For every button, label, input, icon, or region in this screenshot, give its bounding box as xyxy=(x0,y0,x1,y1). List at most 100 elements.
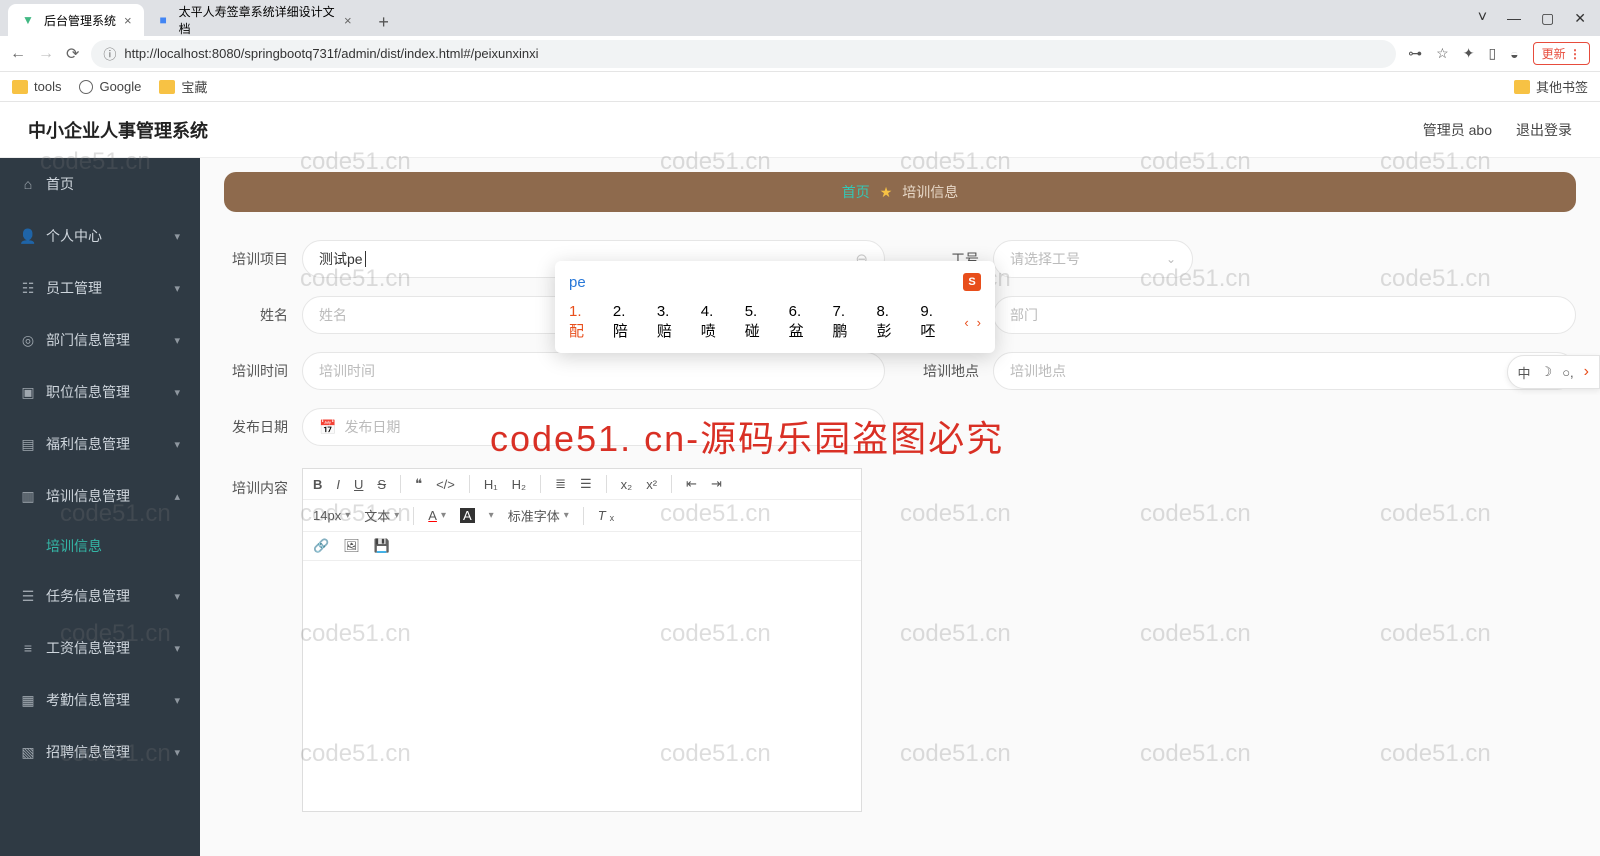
ime-candidate[interactable]: 8.彭 xyxy=(876,303,902,341)
chevron-right-icon[interactable]: › xyxy=(1584,363,1589,381)
indent-icon[interactable]: ⇤ xyxy=(686,476,697,492)
bookmark-tools[interactable]: tools xyxy=(12,79,61,94)
forward-button[interactable]: → xyxy=(38,45,54,63)
reader-icon[interactable]: ▯ xyxy=(1488,45,1496,62)
save-icon[interactable]: 💾 xyxy=(374,538,390,554)
sidebar-item-dept[interactable]: ◎部门信息管理▾ xyxy=(0,314,200,366)
update-pill[interactable]: 更新 ⋮ xyxy=(1533,42,1590,65)
sidebar-item-staff[interactable]: ☷员工管理▾ xyxy=(0,262,200,314)
sidebar-subitem-training-info[interactable]: 培训信息 xyxy=(0,522,200,570)
folder-icon xyxy=(12,80,28,94)
font-family-select[interactable]: 文本 ▾ xyxy=(364,506,399,525)
close-icon[interactable]: × xyxy=(124,13,132,28)
chevron-down-icon: ▾ xyxy=(174,746,180,759)
ime-candidate[interactable]: 3.赔 xyxy=(657,303,683,341)
sub-icon[interactable]: x₂ xyxy=(621,477,633,492)
bookmark-treasure[interactable]: 宝藏 xyxy=(159,77,207,96)
book-icon: ▥ xyxy=(20,488,36,504)
highlight-icon[interactable]: A xyxy=(460,508,475,523)
bookmark-google[interactable]: Google xyxy=(79,79,141,94)
users-icon: ☷ xyxy=(20,280,36,296)
doc-icon: ■ xyxy=(156,12,171,28)
name-label: 姓名 xyxy=(224,305,288,325)
quote-icon[interactable]: ❝ xyxy=(415,476,422,492)
chevron-down-icon: ▾ xyxy=(174,334,180,347)
logout-button[interactable]: 退出登录 xyxy=(1516,120,1572,140)
sidebar-item-training[interactable]: ▥培训信息管理▴ xyxy=(0,470,200,522)
font-std-select[interactable]: 标准字体 ▾ xyxy=(508,506,569,525)
sidebar-item-attendance[interactable]: ▦考勤信息管理▾ xyxy=(0,674,200,726)
ime-next[interactable]: › xyxy=(977,315,981,330)
browser-tab[interactable]: ■ 太平人寿签章系统详细设计文档 × xyxy=(144,4,364,36)
ime-candidate[interactable]: 2.陪 xyxy=(613,303,639,341)
minimize-icon[interactable]: — xyxy=(1507,10,1521,26)
browser-tab-active[interactable]: ▼ 后台管理系统 × xyxy=(8,4,144,36)
dept-input[interactable]: 部门 xyxy=(993,296,1576,334)
field-place: 培训地点 培训地点 xyxy=(915,352,1576,390)
h2-icon[interactable]: H₂ xyxy=(512,477,526,492)
badge-icon: ▣ xyxy=(20,384,36,400)
editor-toolbar: B I U S ❝ </> H₁ H₂ ≣ ☰ x₂ x² xyxy=(303,469,861,500)
editor-toolbar-3: 🔗 🖼 💾 xyxy=(303,532,861,561)
ime-candidate[interactable]: 6.盆 xyxy=(789,303,815,341)
link-icon[interactable]: 🔗 xyxy=(313,538,329,554)
italic-icon[interactable]: I xyxy=(336,477,340,492)
other-bookmarks[interactable]: 其他书签 xyxy=(1514,77,1588,96)
editor-body[interactable] xyxy=(303,561,861,811)
reload-button[interactable]: ⟳ xyxy=(66,44,79,64)
admin-label[interactable]: 管理员 abo xyxy=(1423,120,1492,140)
back-button[interactable]: ← xyxy=(10,45,26,63)
list-ul-icon[interactable]: ☰ xyxy=(580,476,592,492)
moon-icon[interactable]: ☽ xyxy=(1541,364,1553,380)
place-input[interactable]: 培训地点 xyxy=(993,352,1576,390)
chevron-down-icon[interactable]: ˅ xyxy=(1478,9,1487,27)
strike-icon[interactable]: S xyxy=(377,477,386,492)
chevron-down-icon: ⌄ xyxy=(1166,252,1176,266)
chevron-down-icon: ▾ xyxy=(174,230,180,243)
ime-candidate[interactable]: 5.碰 xyxy=(745,303,771,341)
publish-date-input[interactable]: 📅发布日期 xyxy=(302,408,885,446)
sidebar-item-profile[interactable]: 👤个人中心▾ xyxy=(0,210,200,262)
ime-candidate[interactable]: 9.呸 xyxy=(920,303,946,341)
font-color-icon[interactable]: A ▾ xyxy=(428,508,446,523)
image-icon[interactable]: 🖼 xyxy=(343,538,360,554)
ime-candidate[interactable]: 4.喷 xyxy=(701,303,727,341)
tab-title: 后台管理系统 xyxy=(44,12,116,29)
key-icon[interactable]: ⊶ xyxy=(1408,45,1422,62)
outdent-icon[interactable]: ⇥ xyxy=(711,476,722,492)
close-window-icon[interactable]: ✕ xyxy=(1574,10,1586,27)
close-icon[interactable]: × xyxy=(344,13,352,28)
field-time: 培训时间 培训时间 xyxy=(224,352,885,390)
sidebar-item-salary[interactable]: ≡工资信息管理▾ xyxy=(0,622,200,674)
star-icon[interactable]: ☆ xyxy=(1436,45,1449,62)
url-field[interactable]: ⓘ http://localhost:8080/springbootq731f/… xyxy=(91,40,1396,68)
ime-prev[interactable]: ‹ xyxy=(964,315,968,330)
underline-icon[interactable]: U xyxy=(354,477,363,492)
list-ol-icon[interactable]: ≣ xyxy=(555,476,566,492)
new-tab-button[interactable]: + xyxy=(370,8,398,36)
sidebar-item-tasks[interactable]: ☰任务信息管理▾ xyxy=(0,570,200,622)
maximize-icon[interactable]: ▢ xyxy=(1541,10,1554,27)
ime-popup: pe S 1.配 2.陪 3.赔 4.喷 5.碰 6.盆 7.鹏 8.彭 9.呸… xyxy=(555,261,995,353)
clear-format-icon[interactable]: Tₓ xyxy=(598,508,614,523)
ime-candidate[interactable]: 7.鹏 xyxy=(833,303,859,341)
sidebar-item-recruit[interactable]: ▧招聘信息管理▾ xyxy=(0,726,200,778)
h1-icon[interactable]: H₁ xyxy=(484,477,498,492)
extension-icon[interactable]: ✦ xyxy=(1463,45,1475,62)
breadcrumb: 首页 ★ 培训信息 xyxy=(224,172,1576,212)
task-icon: ☰ xyxy=(20,588,36,604)
bold-icon[interactable]: B xyxy=(313,477,322,492)
ime-candidate[interactable]: 1.配 xyxy=(569,303,595,341)
address-bar: ← → ⟳ ⓘ http://localhost:8080/springboot… xyxy=(0,36,1600,72)
sidebar-item-home[interactable]: ⌂首页 xyxy=(0,158,200,210)
sup-icon[interactable]: x² xyxy=(646,477,657,492)
code-icon[interactable]: </> xyxy=(436,477,455,492)
time-input[interactable]: 培训时间 xyxy=(302,352,885,390)
breadcrumb-home[interactable]: 首页 xyxy=(842,182,870,202)
ime-status-widget[interactable]: 中 ☽ ○, › xyxy=(1507,355,1600,389)
empid-select[interactable]: 请选择工号⌄ xyxy=(993,240,1193,278)
profile-icon[interactable]: ◒ xyxy=(1510,46,1518,62)
font-size-select[interactable]: 14px ▾ xyxy=(313,508,350,523)
sidebar-item-position[interactable]: ▣职位信息管理▾ xyxy=(0,366,200,418)
sidebar-item-welfare[interactable]: ▤福利信息管理▾ xyxy=(0,418,200,470)
